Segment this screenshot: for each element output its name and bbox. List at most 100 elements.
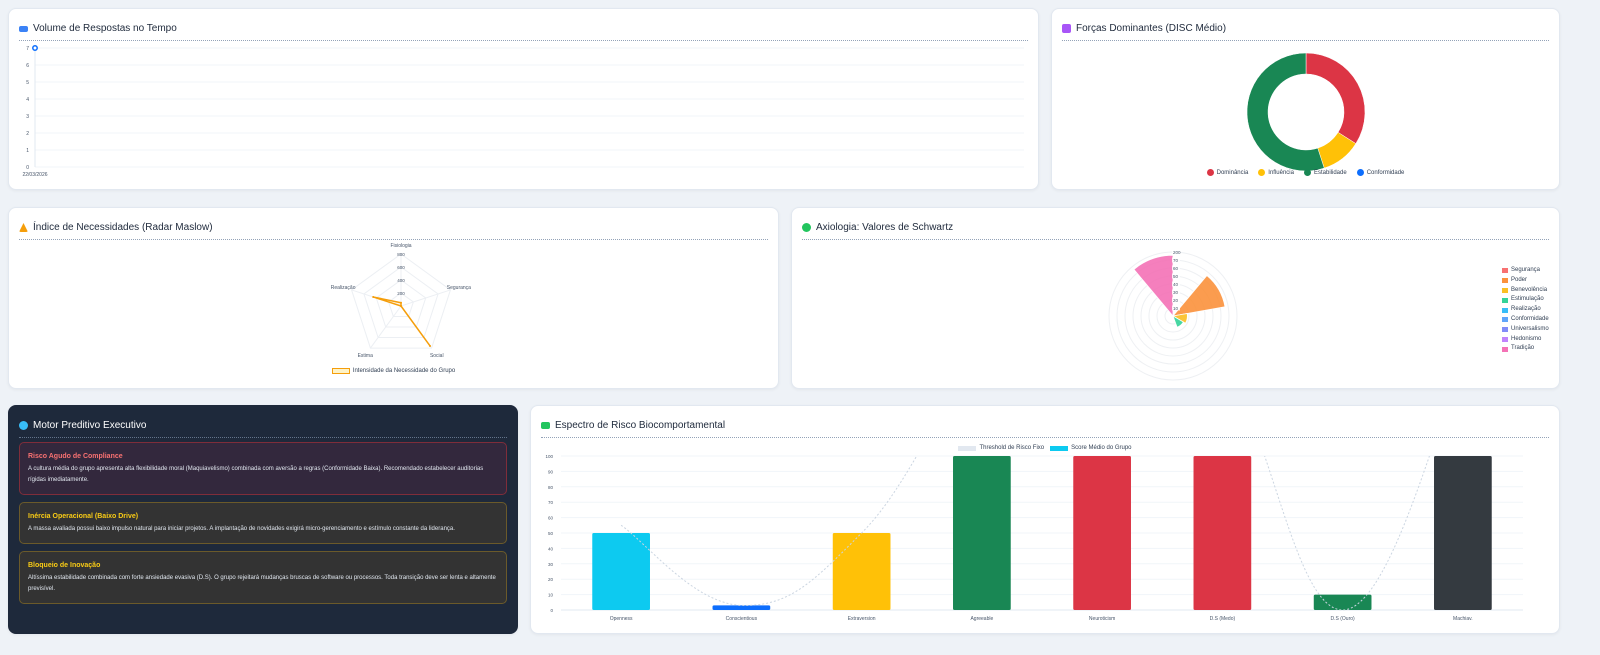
legend-item[interactable]: Segurança: [1502, 266, 1549, 276]
schwartz-card: Axiologia: Valores de Schwartz 10 20 30 40 5…: [791, 207, 1560, 389]
y-tick-label: 7: [26, 46, 29, 52]
bar: [1073, 456, 1131, 610]
bar: [1434, 456, 1492, 610]
x-tick-label: Openness: [610, 616, 633, 622]
legend-item[interactable]: Tradição: [1502, 344, 1549, 354]
alert-card: Risco Agudo de Compliance A cultura média…: [19, 442, 507, 495]
legend-swatch: [1502, 317, 1508, 323]
bar: [953, 456, 1011, 610]
x-tick-label: D.S (Medo): [1210, 616, 1236, 622]
legend-swatch: [1502, 297, 1508, 303]
legend-swatch: [1502, 346, 1508, 352]
radar-series: [372, 296, 431, 347]
schwartz-chart: 10 20 30 40 50 60 70 200: [1108, 249, 1238, 381]
risco-card: Espectro de Risco Biocomportamental Thre…: [530, 405, 1560, 634]
alert-text: A massa avaliada possui baixo impulso na…: [28, 526, 455, 532]
bar: [1193, 456, 1252, 610]
alert-title: Risco Agudo de Compliance: [28, 453, 123, 460]
legend-item[interactable]: Dominância: [1206, 169, 1248, 176]
legend-swatch: [1502, 278, 1508, 284]
motor-title: Motor Preditivo Executivo: [19, 418, 507, 438]
legend-item[interactable]: Poder: [1502, 276, 1549, 286]
axis-label: Segurança: [447, 285, 471, 291]
y-tick-label: 3: [26, 114, 29, 120]
data-point: [32, 45, 38, 51]
alert-list: Risco Agudo de Compliance A cultura média…: [9, 442, 517, 611]
radar-point: [400, 305, 402, 307]
disc-chart: [1246, 52, 1366, 172]
bar: [592, 533, 650, 610]
bar: [1313, 594, 1372, 610]
y-tick-label: 2: [26, 131, 29, 137]
x-tick-label: Extraversion: [848, 616, 876, 622]
axis-label: Estima: [358, 353, 374, 359]
volume-card: Volume de Respostas no Tempo 0 1 2 3 4 5 6 7 22/…: [8, 8, 1039, 190]
legend-item[interactable]: Influência: [1258, 169, 1294, 176]
radar-point: [429, 344, 432, 347]
x-tick-label: Agreeable: [970, 616, 993, 622]
bar: [832, 533, 891, 610]
volume-chart: 0 1 2 3 4 5 6 7 22/03/2026: [22, 45, 1024, 178]
r-tick-label: 200: [397, 291, 405, 296]
legend-item[interactable]: Intensidade da Necessidade do Grupo: [331, 368, 455, 374]
y-tick-label: 6: [26, 63, 29, 69]
legend-item[interactable]: Estabilidade: [1303, 169, 1347, 176]
legend-swatch: [1502, 327, 1508, 333]
maslow-card: Índice de Necessidades (Radar Maslow) Fi…: [8, 207, 779, 389]
r-tick-label: 50: [1173, 274, 1179, 279]
y-tick-label: 100: [545, 454, 553, 459]
y-tick-label: 1: [26, 148, 29, 154]
x-tick-label: Conscientious: [726, 616, 758, 622]
legend-item[interactable]: Benevolência: [1502, 286, 1549, 296]
legend-dot: [1258, 169, 1266, 176]
legend-item[interactable]: Realização: [1502, 305, 1549, 315]
alert-card: Inércia Operacional (Baixo Drive) A massa…: [19, 502, 507, 544]
y-tick-label: 80: [548, 485, 554, 490]
alert-card: Bloqueio de Inovação Altíssima estabilida…: [19, 551, 507, 604]
r-tick-label: 60: [1173, 266, 1179, 271]
y-tick-label: 5: [26, 80, 29, 86]
legend-dot: [1206, 169, 1214, 176]
legend-dot: [1303, 169, 1311, 176]
legend-swatch: [1502, 336, 1508, 342]
radar-point: [372, 295, 375, 298]
r-tick-label: 600: [397, 265, 405, 270]
x-tick-label: 22/03/2026: [22, 172, 47, 178]
y-tick-label: 0: [550, 608, 553, 613]
alert-text: Altíssima estabilidade combinada com for…: [28, 575, 496, 592]
x-tick-label: D.S (Ouro): [1331, 616, 1356, 622]
maslow-chart: Fisiologia Segurança Social Estima Realizaçã…: [331, 243, 471, 359]
r-tick-label: 10: [1173, 306, 1179, 311]
axis-label: Social: [430, 353, 444, 359]
legend-swatch: [331, 368, 350, 374]
x-tick-label: Neuroticism: [1089, 616, 1115, 622]
r-tick-label: 200: [1173, 250, 1181, 255]
r-tick-label: 30: [1173, 290, 1179, 295]
motor-card: Motor Preditivo Executivo Risco Agudo de…: [8, 405, 518, 634]
alert-title: Inércia Operacional (Baixo Drive): [28, 513, 139, 520]
axis-label: Realização: [331, 285, 356, 291]
x-tick-label: Machiav.: [1453, 616, 1473, 622]
y-tick-label: 0: [26, 165, 29, 171]
y-tick-label: 20: [548, 577, 554, 582]
y-tick-label: 10: [548, 593, 554, 598]
legend-swatch: [1502, 287, 1508, 293]
legend-item[interactable]: Universalismo: [1502, 325, 1549, 335]
legend-item[interactable]: Estimulação: [1502, 295, 1549, 305]
alert-title: Bloqueio de Inovação: [28, 562, 101, 569]
legend-dot: [1356, 169, 1364, 176]
brain-icon: [19, 421, 28, 430]
r-tick-label: 20: [1173, 298, 1179, 303]
y-tick-label: 30: [548, 562, 554, 567]
y-tick-label: 50: [548, 531, 554, 536]
r-tick-label: 400: [397, 278, 405, 283]
risco-chart: 0 10 20 30 40 50 60 70 80 90 100 Openness Conscienti…: [545, 454, 1523, 622]
maslow-legend: Intensidade da Necessidade do Grupo: [9, 368, 778, 374]
legend-item[interactable]: Hedonismo: [1502, 335, 1549, 345]
donut-slice: [1305, 52, 1366, 144]
disc-legend: Dominância Influência Estabilidade Conformi…: [1052, 169, 1559, 176]
legend-item[interactable]: Conformidade: [1356, 169, 1404, 176]
legend-item[interactable]: Conformidade: [1502, 315, 1549, 325]
radar-point: [400, 301, 402, 304]
y-tick-label: 4: [26, 97, 29, 103]
